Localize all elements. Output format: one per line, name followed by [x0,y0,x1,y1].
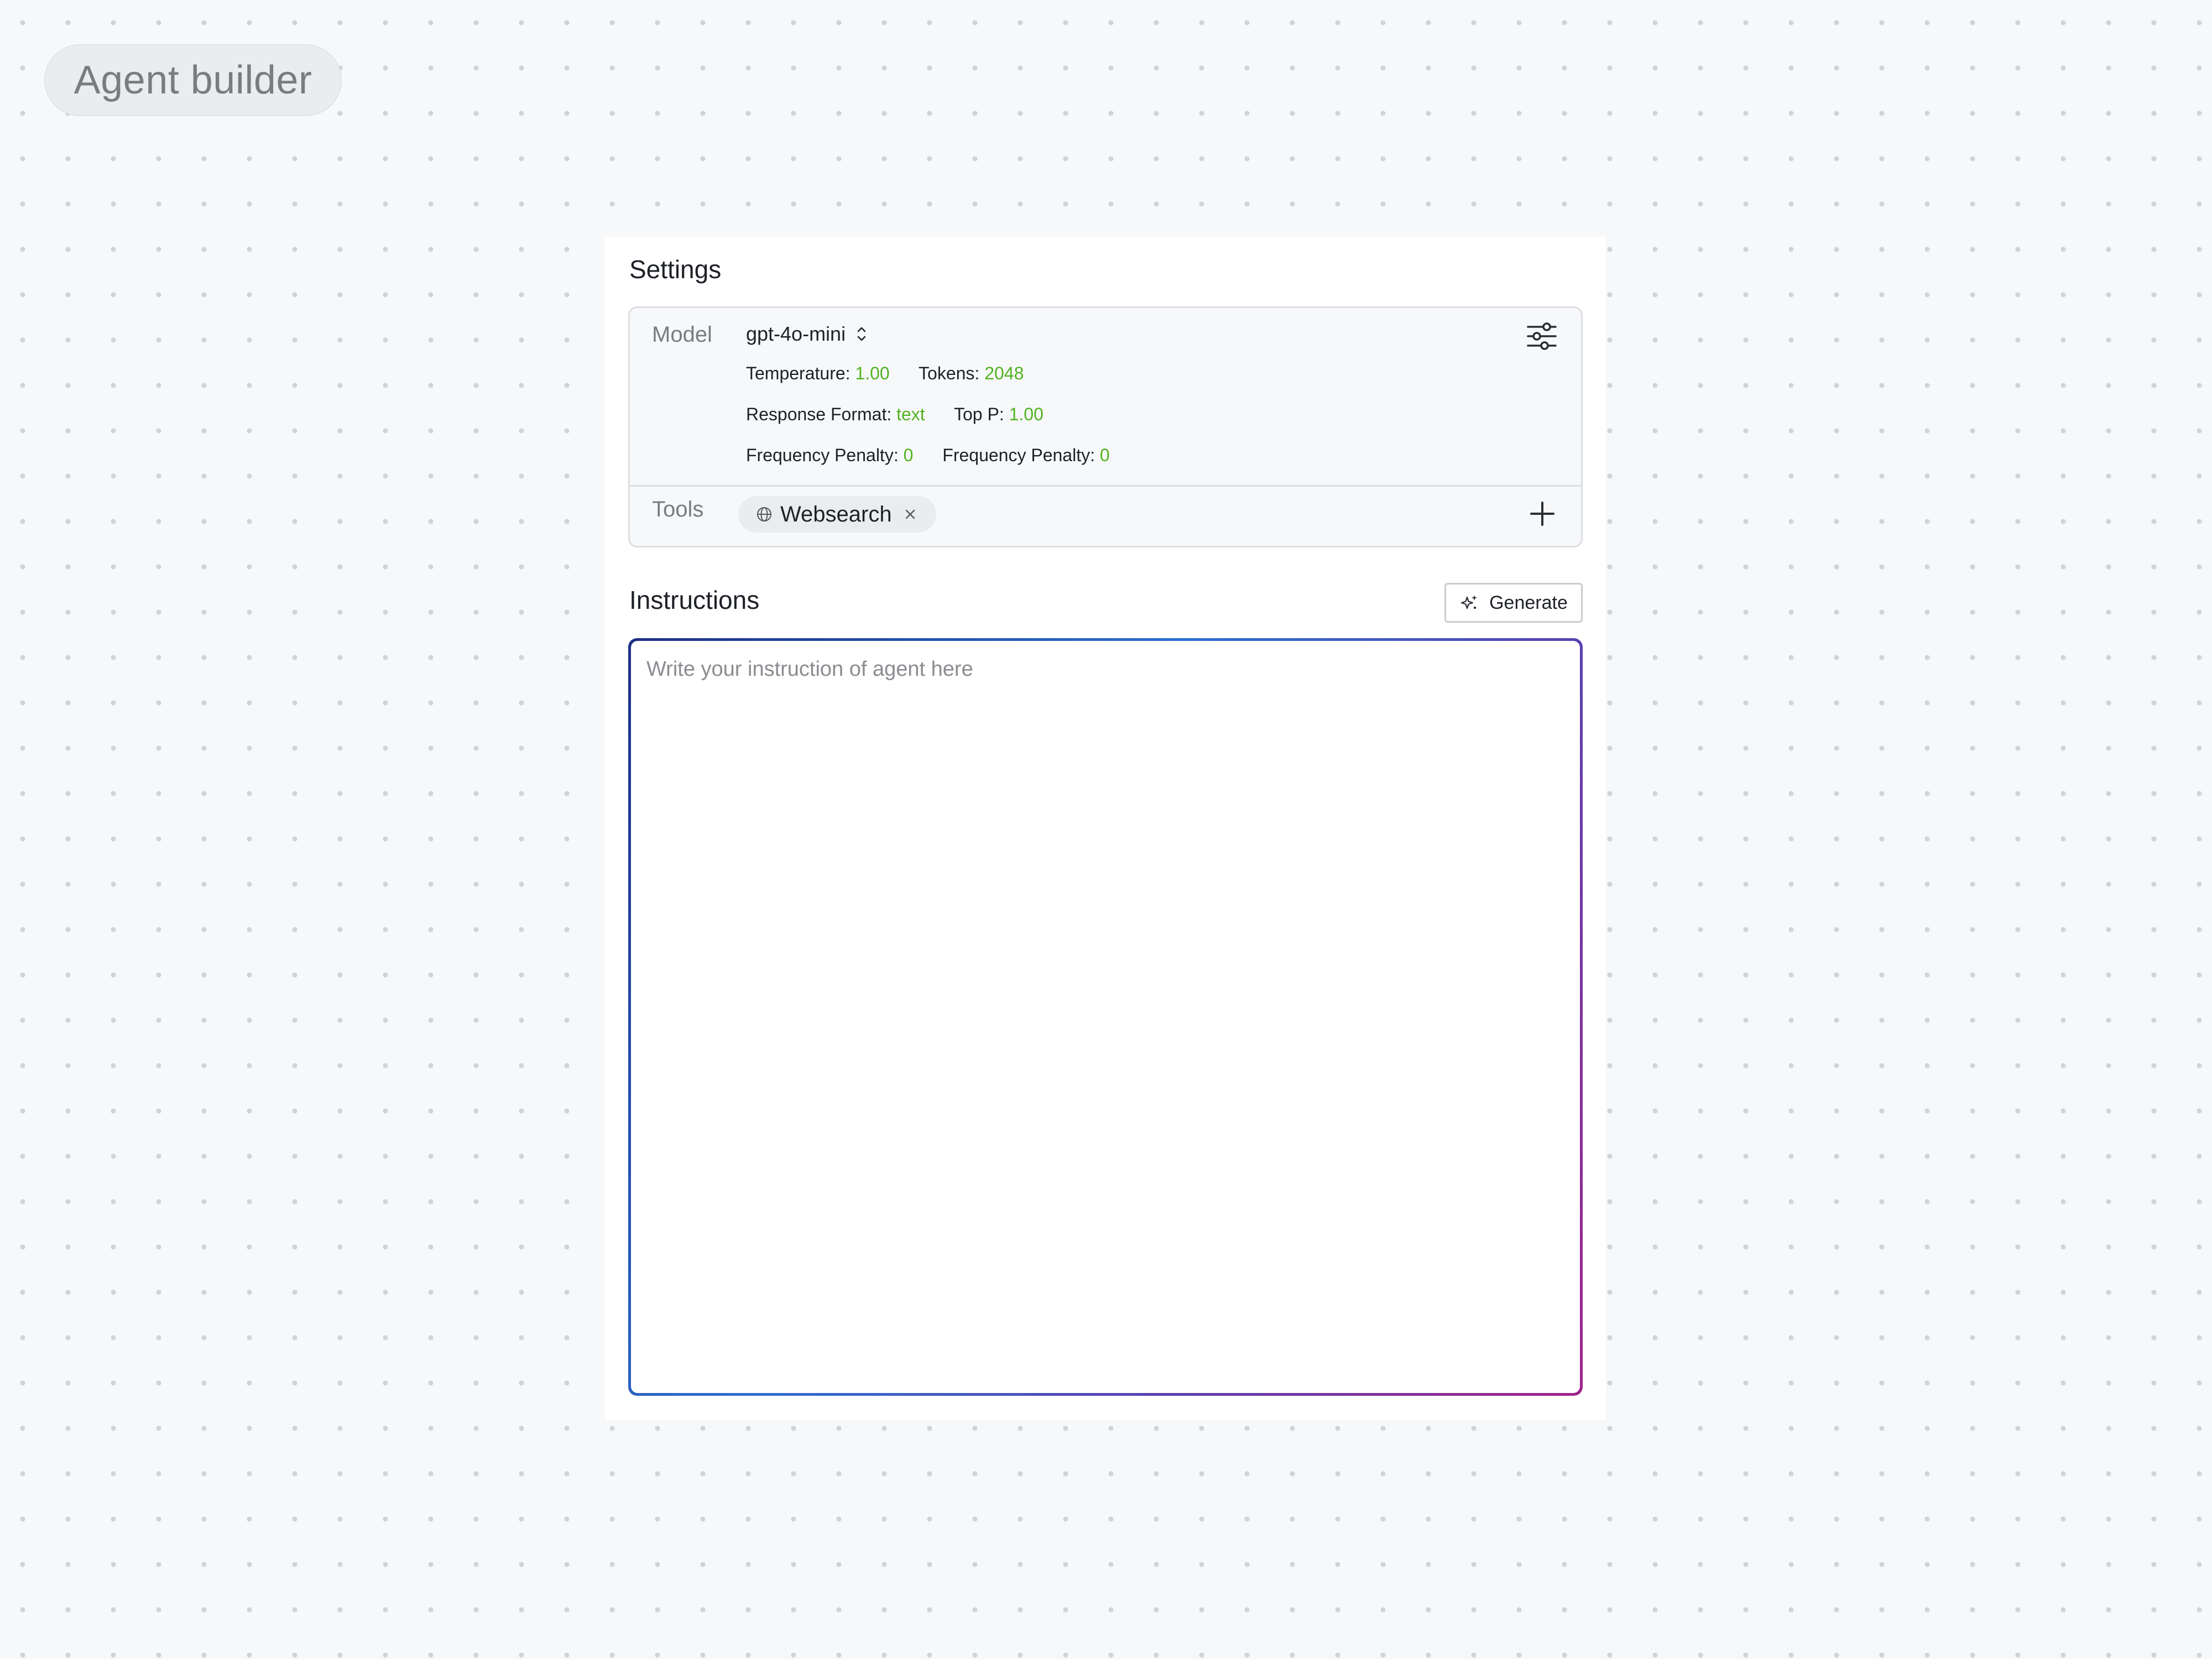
model-label: Model [652,322,712,347]
tool-chip-label: Websearch [780,502,892,526]
tools-label: Tools [652,497,704,521]
param-frequency-penalty: Frequency Penalty: 0 [746,445,913,465]
param-label: Tokens: [919,363,980,383]
sparkle-icon [1461,595,1478,609]
params-row-3: Frequency Penalty: 0 Frequency Penalty: … [746,445,1134,466]
plus-icon[interactable] [1528,499,1557,528]
param-value: 1.00 [855,363,890,383]
param-tokens: Tokens: 2048 [919,363,1024,383]
settings-divider [630,485,1581,487]
model-row: Model gpt-4o-mini Temperature: 1.00 Toke… [630,308,1581,486]
params-row-1: Temperature: 1.00 Tokens: 2048 [746,363,1048,384]
instructions-title: Instructions [629,586,760,614]
page-title: Agent builder [44,44,342,116]
param-value: text [896,404,925,424]
generate-button-label: Generate [1489,592,1568,613]
chevron-up-down-icon [857,327,866,341]
globe-icon [757,507,771,521]
agent-builder-panel: Settings Model gpt-4o-mini Temperature: … [605,237,1606,1420]
param-value: 0 [903,445,914,465]
param-label: Frequency Penalty: [746,445,899,465]
param-label: Response Format: [746,404,892,424]
model-select[interactable]: gpt-4o-mini [746,322,868,346]
param-temperature: Temperature: 1.00 [746,363,890,383]
settings-title: Settings [629,255,722,284]
instructions-input[interactable] [631,641,1580,1393]
param-response-format: Response Format: text [746,404,925,424]
param-value: 1.00 [1009,404,1044,424]
instructions-field-border [628,638,1583,1396]
model-select-value: gpt-4o-mini [746,322,846,345]
params-row-2: Response Format: text Top P: 1.00 [746,404,1068,425]
param-value: 0 [1099,445,1110,465]
param-label: Temperature: [746,363,851,383]
close-icon[interactable] [904,508,916,520]
param-label: Top P: [954,404,1004,424]
param-label: Frequency Penalty: [942,445,1095,465]
generate-button[interactable]: Generate [1444,583,1583,623]
param-top-p: Top P: 1.00 [954,404,1044,424]
param-value: 2048 [984,363,1024,383]
sliders-icon[interactable] [1526,320,1558,352]
settings-box: Model gpt-4o-mini Temperature: 1.00 Toke… [628,306,1583,547]
tool-chip-websearch[interactable]: Websearch [738,496,936,533]
param-frequency-penalty-2: Frequency Penalty: 0 [942,445,1109,465]
